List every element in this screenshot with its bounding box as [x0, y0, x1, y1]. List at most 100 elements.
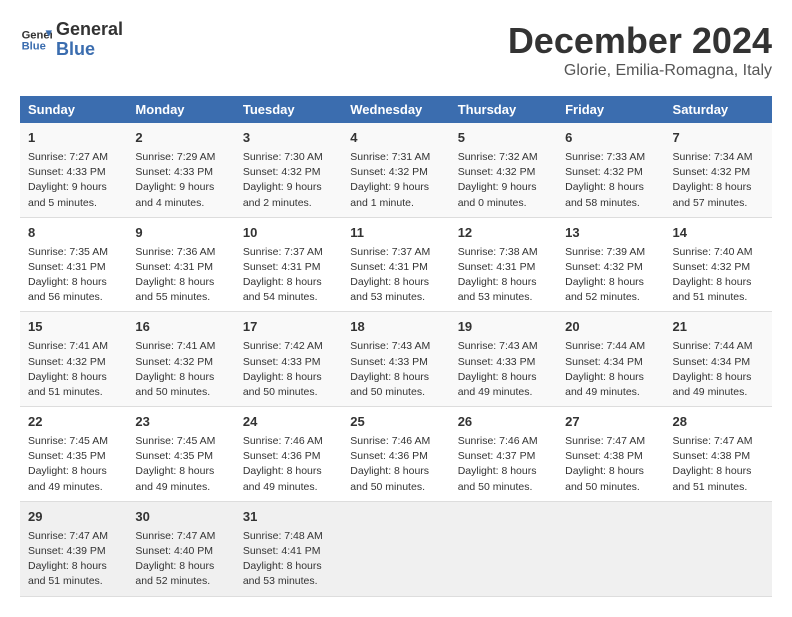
- day-cell: 27Sunrise: 7:47 AM Sunset: 4:38 PM Dayli…: [557, 407, 664, 502]
- day-cell: 23 Sunrise: 7:45 AM Sunset: 4:35 PM Dayli…: [127, 407, 234, 502]
- header-friday: Friday: [557, 96, 664, 123]
- calendar-header-row: SundayMondayTuesdayWednesdayThursdayFrid…: [20, 96, 772, 123]
- logo-line2: Blue: [56, 40, 123, 60]
- day-cell: 5 Sunrise: 7:32 AM Sunset: 4:32 PM Daylig…: [450, 123, 557, 217]
- day-info: Sunrise: 7:46 AM Sunset: 4:36 PM Dayligh…: [243, 434, 334, 495]
- month-title: December 2024: [508, 20, 772, 62]
- day-number: 9: [135, 224, 226, 243]
- logo-icon: General Blue: [20, 24, 52, 56]
- day-info: Sunrise: 7:45 AM Sunset: 4:35 PM Dayligh…: [28, 434, 119, 495]
- week-row-4: 22 Sunrise: 7:45 AM Sunset: 4:35 PM Dayli…: [20, 407, 772, 502]
- day-cell: 28Sunrise: 7:47 AM Sunset: 4:38 PM Dayli…: [665, 407, 772, 502]
- day-cell: 11 Sunrise: 7:37 AM Sunset: 4:31 PM Dayli…: [342, 217, 449, 312]
- day-cell: 22 Sunrise: 7:45 AM Sunset: 4:35 PM Dayli…: [20, 407, 127, 502]
- header-monday: Monday: [127, 96, 234, 123]
- logo-text: General Blue: [56, 20, 123, 60]
- day-number: 22: [28, 413, 119, 432]
- day-info: Sunrise: 7:40 AM Sunset: 4:32 PM Dayligh…: [673, 245, 764, 306]
- day-cell: 26 Sunrise: 7:46 AM Sunset: 4:37 PM Dayli…: [450, 407, 557, 502]
- day-number: 29: [28, 508, 119, 527]
- day-info: Sunrise: 7:30 AM Sunset: 4:32 PM Dayligh…: [243, 150, 334, 211]
- day-number: 10: [243, 224, 334, 243]
- day-info: Sunrise: 7:46 AM Sunset: 4:36 PM Dayligh…: [350, 434, 441, 495]
- day-cell: 6 Sunrise: 7:33 AM Sunset: 4:32 PM Daylig…: [557, 123, 664, 217]
- day-number: 7: [673, 129, 764, 148]
- day-number: 17: [243, 318, 334, 337]
- day-info: Sunrise: 7:45 AM Sunset: 4:35 PM Dayligh…: [135, 434, 226, 495]
- day-cell: 15 Sunrise: 7:41 AM Sunset: 4:32 PM Dayli…: [20, 312, 127, 407]
- day-cell: 14 Sunrise: 7:40 AM Sunset: 4:32 PM Dayli…: [665, 217, 772, 312]
- day-info: Sunrise: 7:43 AM Sunset: 4:33 PM Dayligh…: [458, 339, 549, 400]
- day-number: 6: [565, 129, 656, 148]
- day-cell: 18Sunrise: 7:43 AM Sunset: 4:33 PM Dayli…: [342, 312, 449, 407]
- day-number: 12: [458, 224, 549, 243]
- week-row-5: 29 Sunrise: 7:47 AM Sunset: 4:39 PM Dayli…: [20, 501, 772, 596]
- day-info: Sunrise: 7:33 AM Sunset: 4:32 PM Dayligh…: [565, 150, 656, 211]
- header-sunday: Sunday: [20, 96, 127, 123]
- week-row-2: 8 Sunrise: 7:35 AM Sunset: 4:31 PM Daylig…: [20, 217, 772, 312]
- day-cell: 30Sunrise: 7:47 AM Sunset: 4:40 PM Dayli…: [127, 501, 234, 596]
- day-info: Sunrise: 7:32 AM Sunset: 4:32 PM Dayligh…: [458, 150, 549, 211]
- svg-text:Blue: Blue: [22, 40, 46, 52]
- day-info: Sunrise: 7:46 AM Sunset: 4:37 PM Dayligh…: [458, 434, 549, 495]
- day-number: 24: [243, 413, 334, 432]
- day-number: 5: [458, 129, 549, 148]
- day-info: Sunrise: 7:27 AM Sunset: 4:33 PM Dayligh…: [28, 150, 119, 211]
- day-number: 21: [673, 318, 764, 337]
- day-info: Sunrise: 7:36 AM Sunset: 4:31 PM Dayligh…: [135, 245, 226, 306]
- day-number: 8: [28, 224, 119, 243]
- day-number: 23: [135, 413, 226, 432]
- day-info: Sunrise: 7:37 AM Sunset: 4:31 PM Dayligh…: [243, 245, 334, 306]
- header-thursday: Thursday: [450, 96, 557, 123]
- day-info: Sunrise: 7:37 AM Sunset: 4:31 PM Dayligh…: [350, 245, 441, 306]
- day-info: Sunrise: 7:41 AM Sunset: 4:32 PM Dayligh…: [28, 339, 119, 400]
- day-info: Sunrise: 7:35 AM Sunset: 4:31 PM Dayligh…: [28, 245, 119, 306]
- day-cell: 7 Sunrise: 7:34 AM Sunset: 4:32 PM Daylig…: [665, 123, 772, 217]
- day-cell: [450, 501, 557, 596]
- week-row-3: 15 Sunrise: 7:41 AM Sunset: 4:32 PM Dayli…: [20, 312, 772, 407]
- day-number: 20: [565, 318, 656, 337]
- day-cell: [342, 501, 449, 596]
- day-cell: 4Sunrise: 7:31 AM Sunset: 4:32 PM Daylig…: [342, 123, 449, 217]
- header-tuesday: Tuesday: [235, 96, 342, 123]
- day-info: Sunrise: 7:47 AM Sunset: 4:38 PM Dayligh…: [673, 434, 764, 495]
- day-cell: 1Sunrise: 7:27 AM Sunset: 4:33 PM Daylig…: [20, 123, 127, 217]
- day-number: 11: [350, 224, 441, 243]
- logo: General Blue General Blue: [20, 20, 123, 60]
- day-cell: 13Sunrise: 7:39 AM Sunset: 4:32 PM Dayli…: [557, 217, 664, 312]
- day-cell: 8 Sunrise: 7:35 AM Sunset: 4:31 PM Daylig…: [20, 217, 127, 312]
- title-block: December 2024 Glorie, Emilia-Romagna, It…: [508, 20, 772, 80]
- day-number: 19: [458, 318, 549, 337]
- day-cell: 10 Sunrise: 7:37 AM Sunset: 4:31 PM Dayli…: [235, 217, 342, 312]
- day-number: 25: [350, 413, 441, 432]
- day-info: Sunrise: 7:42 AM Sunset: 4:33 PM Dayligh…: [243, 339, 334, 400]
- day-info: Sunrise: 7:44 AM Sunset: 4:34 PM Dayligh…: [673, 339, 764, 400]
- day-cell: 20Sunrise: 7:44 AM Sunset: 4:34 PM Dayli…: [557, 312, 664, 407]
- day-info: Sunrise: 7:38 AM Sunset: 4:31 PM Dayligh…: [458, 245, 549, 306]
- day-cell: 25 Sunrise: 7:46 AM Sunset: 4:36 PM Dayli…: [342, 407, 449, 502]
- calendar-table: SundayMondayTuesdayWednesdayThursdayFrid…: [20, 96, 772, 597]
- day-cell: 29 Sunrise: 7:47 AM Sunset: 4:39 PM Dayli…: [20, 501, 127, 596]
- day-info: Sunrise: 7:47 AM Sunset: 4:39 PM Dayligh…: [28, 529, 119, 590]
- day-cell: 24 Sunrise: 7:46 AM Sunset: 4:36 PM Dayli…: [235, 407, 342, 502]
- location-subtitle: Glorie, Emilia-Romagna, Italy: [508, 62, 772, 80]
- day-info: Sunrise: 7:41 AM Sunset: 4:32 PM Dayligh…: [135, 339, 226, 400]
- day-number: 15: [28, 318, 119, 337]
- day-cell: [557, 501, 664, 596]
- header-wednesday: Wednesday: [342, 96, 449, 123]
- day-info: Sunrise: 7:48 AM Sunset: 4:41 PM Dayligh…: [243, 529, 334, 590]
- day-cell: 17 Sunrise: 7:42 AM Sunset: 4:33 PM Dayli…: [235, 312, 342, 407]
- day-number: 26: [458, 413, 549, 432]
- day-number: 18: [350, 318, 441, 337]
- day-number: 4: [350, 129, 441, 148]
- day-cell: [665, 501, 772, 596]
- day-number: 27: [565, 413, 656, 432]
- day-number: 2: [135, 129, 226, 148]
- header-saturday: Saturday: [665, 96, 772, 123]
- day-number: 16: [135, 318, 226, 337]
- day-number: 31: [243, 508, 334, 527]
- day-info: Sunrise: 7:47 AM Sunset: 4:40 PM Dayligh…: [135, 529, 226, 590]
- day-cell: 12 Sunrise: 7:38 AM Sunset: 4:31 PM Dayli…: [450, 217, 557, 312]
- day-number: 14: [673, 224, 764, 243]
- day-info: Sunrise: 7:34 AM Sunset: 4:32 PM Dayligh…: [673, 150, 764, 211]
